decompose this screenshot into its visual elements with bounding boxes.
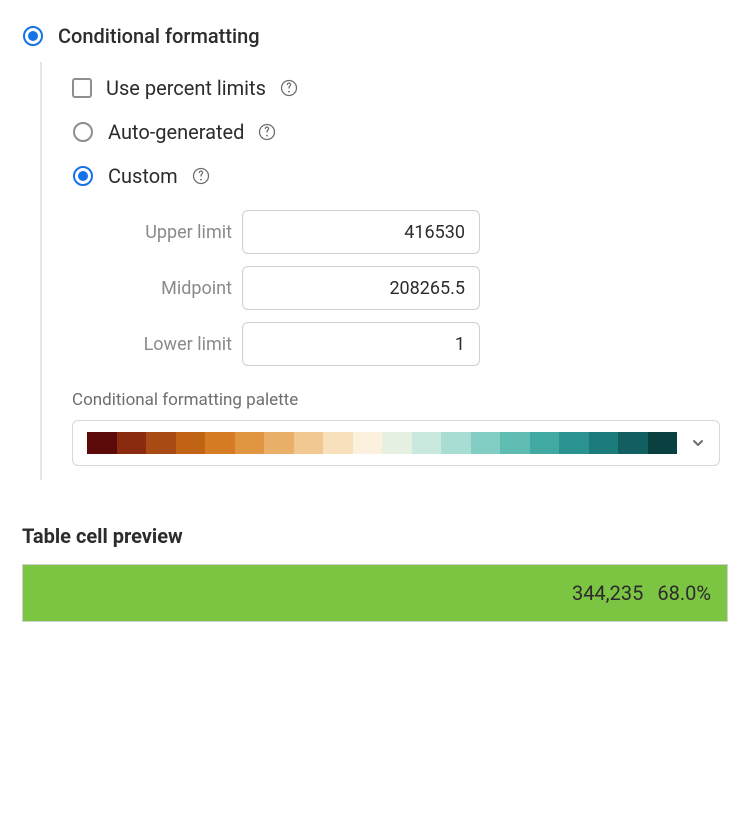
palette-swatch [235, 432, 265, 454]
preview-percent: 68.0% [657, 581, 711, 605]
palette-swatch [471, 432, 501, 454]
lower-limit-label: Lower limit [108, 334, 232, 355]
palette-swatch [412, 432, 442, 454]
palette-swatch [323, 432, 353, 454]
palette-swatch [559, 432, 589, 454]
palette-swatch [530, 432, 560, 454]
info-icon[interactable] [258, 123, 276, 141]
palette-swatch [87, 432, 117, 454]
use-percent-limits-checkbox[interactable] [72, 78, 92, 98]
custom-limits: Upper limit Midpoint Lower limit [108, 204, 728, 372]
upper-limit-row: Upper limit [108, 204, 728, 260]
palette-swatch [589, 432, 619, 454]
upper-limit-input[interactable] [242, 210, 480, 254]
custom-radio[interactable] [72, 165, 94, 187]
palette-swatch [382, 432, 412, 454]
chevron-down-icon [691, 436, 705, 450]
palette-label: Conditional formatting palette [72, 390, 728, 410]
midpoint-label: Midpoint [108, 278, 232, 299]
table-cell-preview: 344,235 68.0% [22, 564, 728, 622]
palette-swatch [117, 432, 147, 454]
palette-swatch [500, 432, 530, 454]
midpoint-row: Midpoint [108, 260, 728, 316]
custom-row: Custom [72, 154, 728, 198]
preview-value: 344,235 [572, 581, 643, 605]
palette-swatch [146, 432, 176, 454]
palette-swatch [264, 432, 294, 454]
palette-select[interactable] [72, 420, 720, 466]
palette-swatch [353, 432, 383, 454]
palette-swatch [205, 432, 235, 454]
info-icon[interactable] [192, 167, 210, 185]
auto-generated-label: Auto-generated [108, 120, 244, 144]
palette-swatch [294, 432, 324, 454]
upper-limit-label: Upper limit [108, 222, 232, 243]
palette-swatch [618, 432, 648, 454]
palette-swatch [176, 432, 206, 454]
conditional-formatting-children: Use percent limits Auto-generated [40, 62, 728, 480]
use-percent-limits-row: Use percent limits [72, 66, 728, 110]
auto-generated-radio[interactable] [72, 121, 94, 143]
table-cell-preview-title: Table cell preview [22, 524, 728, 548]
auto-generated-row: Auto-generated [72, 110, 728, 154]
midpoint-input[interactable] [242, 266, 480, 310]
conditional-formatting-label: Conditional formatting [58, 24, 260, 48]
palette-swatch [648, 432, 678, 454]
conditional-formatting-radio[interactable] [22, 25, 44, 47]
lower-limit-row: Lower limit [108, 316, 728, 372]
custom-label: Custom [108, 164, 178, 188]
palette-swatches [87, 432, 677, 454]
palette-swatch [441, 432, 471, 454]
conditional-formatting-row: Conditional formatting [22, 16, 728, 56]
info-icon[interactable] [280, 79, 298, 97]
lower-limit-input[interactable] [242, 322, 480, 366]
use-percent-limits-label: Use percent limits [106, 76, 266, 100]
